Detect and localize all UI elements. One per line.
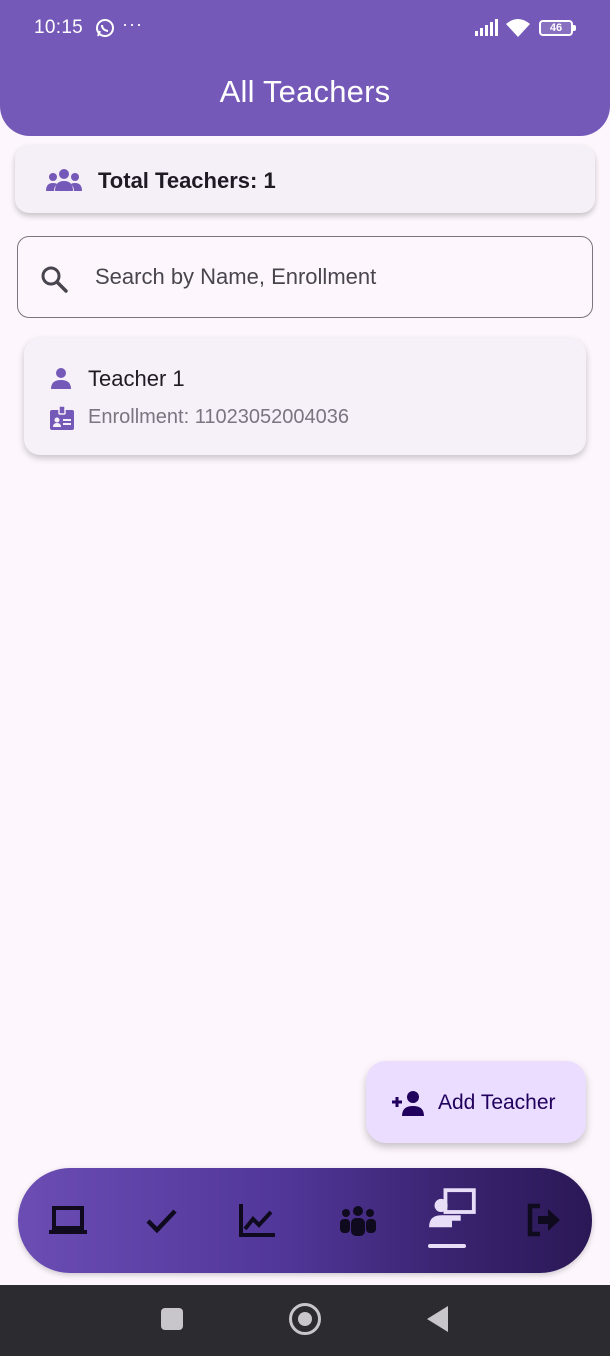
more-notifications-icon: ··· — [122, 14, 143, 34]
person-add-icon — [392, 1091, 424, 1116]
groups-icon — [340, 1206, 376, 1236]
system-navigation-bar — [0, 1285, 610, 1356]
teacher-enrollment: Enrollment: 11023052004036 — [88, 406, 349, 428]
app-bar: 10:15 ··· 46 All Teachers — [0, 0, 610, 136]
person-icon — [51, 368, 71, 389]
nav-item-students[interactable] — [328, 1190, 388, 1250]
status-time: 10:15 — [34, 17, 84, 38]
total-teachers-card: Total Teachers: 1 — [15, 145, 595, 213]
laptop-icon — [49, 1206, 87, 1234]
nav-item-attendance[interactable] — [131, 1190, 191, 1250]
add-teacher-label: Add Teacher — [438, 1091, 556, 1114]
nav-item-analytics[interactable] — [227, 1190, 287, 1250]
signal-icon — [475, 19, 498, 36]
nav-item-laptop[interactable] — [38, 1190, 98, 1250]
add-teacher-button[interactable]: Add Teacher — [366, 1061, 586, 1143]
page-title: All Teachers — [219, 74, 391, 109]
search-field[interactable] — [17, 236, 593, 318]
wifi-icon — [506, 19, 530, 37]
nav-item-logout[interactable] — [514, 1190, 574, 1250]
status-bar: 10:15 ··· 46 — [0, 0, 610, 56]
teacher-name: Teacher 1 — [88, 366, 185, 391]
check-icon — [146, 1209, 177, 1234]
battery-icon: 46 — [539, 20, 576, 36]
groups-icon — [46, 169, 82, 191]
whatsapp-icon — [96, 19, 114, 37]
selected-indicator — [428, 1244, 466, 1248]
teacher-screen-icon — [429, 1188, 476, 1228]
total-teachers-label: Total Teachers: 1 — [98, 168, 276, 193]
search-input[interactable] — [95, 259, 565, 295]
bottom-navigation-bar — [18, 1168, 592, 1273]
trending-up-icon — [239, 1204, 275, 1237]
teacher-list-item[interactable]: Teacher 1 Enrollment: 11023052004036 — [24, 338, 586, 455]
recents-icon[interactable] — [161, 1308, 183, 1330]
back-icon[interactable] — [427, 1306, 448, 1332]
badge-icon — [50, 405, 74, 430]
nav-item-teachers[interactable] — [424, 1188, 484, 1250]
search-icon — [41, 266, 68, 293]
home-icon[interactable] — [289, 1303, 321, 1335]
logout-icon — [527, 1203, 560, 1237]
